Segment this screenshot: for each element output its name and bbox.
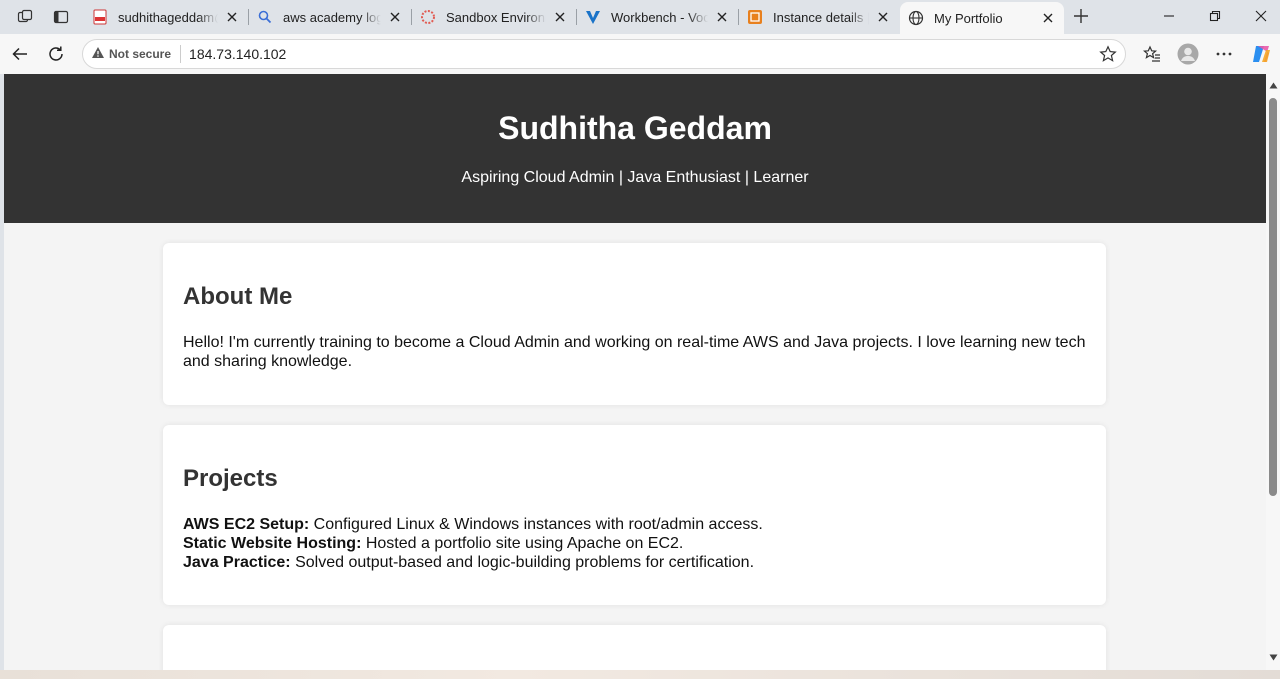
search-icon: [257, 9, 273, 25]
about-text: Hello! I'm currently training to become …: [183, 334, 1086, 370]
project-text: Configured Linux & Windows instances wit…: [309, 516, 763, 533]
projects-heading: Projects: [183, 465, 278, 492]
project-text: Hosted a portfolio site using Apache on …: [361, 535, 684, 552]
tab-title: aws academy login: [283, 9, 381, 25]
close-icon[interactable]: [1040, 10, 1056, 26]
tab-my-portfolio[interactable]: My Portfolio: [900, 2, 1064, 34]
about-card: About Me Hello! I'm currently training t…: [163, 243, 1106, 405]
favorite-star-icon[interactable]: [1099, 45, 1117, 68]
workspaces-icon[interactable]: [12, 5, 38, 29]
projects-card: Projects AWS EC2 Setup: Configured Linux…: [163, 425, 1106, 605]
page-header: Sudhitha Geddam Aspiring Cloud Admin | J…: [4, 74, 1266, 223]
close-icon[interactable]: [875, 9, 891, 25]
scroll-up-icon[interactable]: [1268, 80, 1278, 90]
project-label: Static Website Hosting:: [183, 535, 362, 552]
favorites-icon[interactable]: [1139, 41, 1165, 67]
vocareum-icon: [585, 9, 601, 25]
about-heading: About Me: [183, 283, 293, 310]
next-card: [163, 625, 1106, 670]
close-icon[interactable]: [387, 9, 403, 25]
close-window-button[interactable]: [1238, 0, 1280, 32]
close-icon[interactable]: [224, 9, 240, 25]
aws-icon: [747, 9, 763, 25]
list-item: Java Practice: Solved output-based and l…: [183, 553, 1086, 572]
browser-toolbar: Not secure 184.73.140.102: [0, 34, 1280, 74]
tab-aws-academy-login[interactable]: aws academy login: [249, 3, 411, 31]
warning-icon: [91, 46, 105, 62]
tab-workbench-vocareum[interactable]: Workbench - Vocareum: [577, 3, 738, 31]
tab-title: Instance details | EC2: [773, 9, 869, 25]
url-text[interactable]: 184.73.140.102: [189, 46, 286, 62]
pdf-icon: [92, 9, 108, 25]
page-title: Sudhitha Geddam: [498, 110, 772, 146]
globe-icon: [908, 10, 924, 26]
list-item: Static Website Hosting: Hosted a portfol…: [183, 534, 1086, 553]
tab-title: sudhithageddam@: [118, 9, 218, 25]
project-label: Java Practice:: [183, 554, 291, 571]
security-indicator[interactable]: Not secure: [91, 46, 171, 62]
close-icon[interactable]: [714, 9, 730, 25]
tab-sandbox-environment[interactable]: Sandbox Environment: [412, 3, 576, 31]
page-scrollbar[interactable]: [1266, 74, 1280, 670]
profile-avatar[interactable]: [1175, 41, 1201, 67]
vertical-tabs-icon[interactable]: [48, 5, 74, 29]
tab-email-pdf[interactable]: sudhithageddam@: [84, 3, 248, 31]
address-bar[interactable]: Not secure 184.73.140.102: [82, 39, 1126, 69]
project-label: AWS EC2 Setup:: [183, 516, 310, 533]
tab-title: My Portfolio: [934, 10, 1003, 26]
back-button[interactable]: [7, 41, 33, 67]
restore-button[interactable]: [1192, 0, 1238, 32]
new-tab-button[interactable]: [1070, 5, 1092, 27]
not-secure-label: Not secure: [109, 47, 172, 61]
tab-title: Sandbox Environment: [446, 9, 546, 25]
list-item: AWS EC2 Setup: Configured Linux & Window…: [183, 515, 1086, 534]
window-bottom-edge: [0, 670, 1280, 679]
more-options-icon[interactable]: [1211, 41, 1237, 67]
minimize-button[interactable]: [1146, 0, 1192, 32]
refresh-button[interactable]: [43, 41, 69, 67]
scroll-down-icon[interactable]: [1268, 652, 1278, 662]
project-text: Solved output-based and logic-building p…: [290, 554, 755, 571]
projects-list: AWS EC2 Setup: Configured Linux & Window…: [183, 515, 1086, 572]
tab-instance-details[interactable]: Instance details | EC2: [739, 3, 899, 31]
sandbox-icon: [420, 9, 436, 25]
page-viewport: Sudhitha Geddam Aspiring Cloud Admin | J…: [4, 74, 1266, 670]
tab-title: Workbench - Vocareum: [611, 9, 708, 25]
page-tagline: Aspiring Cloud Admin | Java Enthusiast |…: [461, 169, 809, 186]
copilot-icon[interactable]: [1248, 41, 1274, 67]
tab-strip: sudhithageddam@ aws academy login Sandbo…: [0, 0, 1280, 34]
scrollbar-thumb[interactable]: [1269, 98, 1277, 496]
close-icon[interactable]: [552, 9, 568, 25]
